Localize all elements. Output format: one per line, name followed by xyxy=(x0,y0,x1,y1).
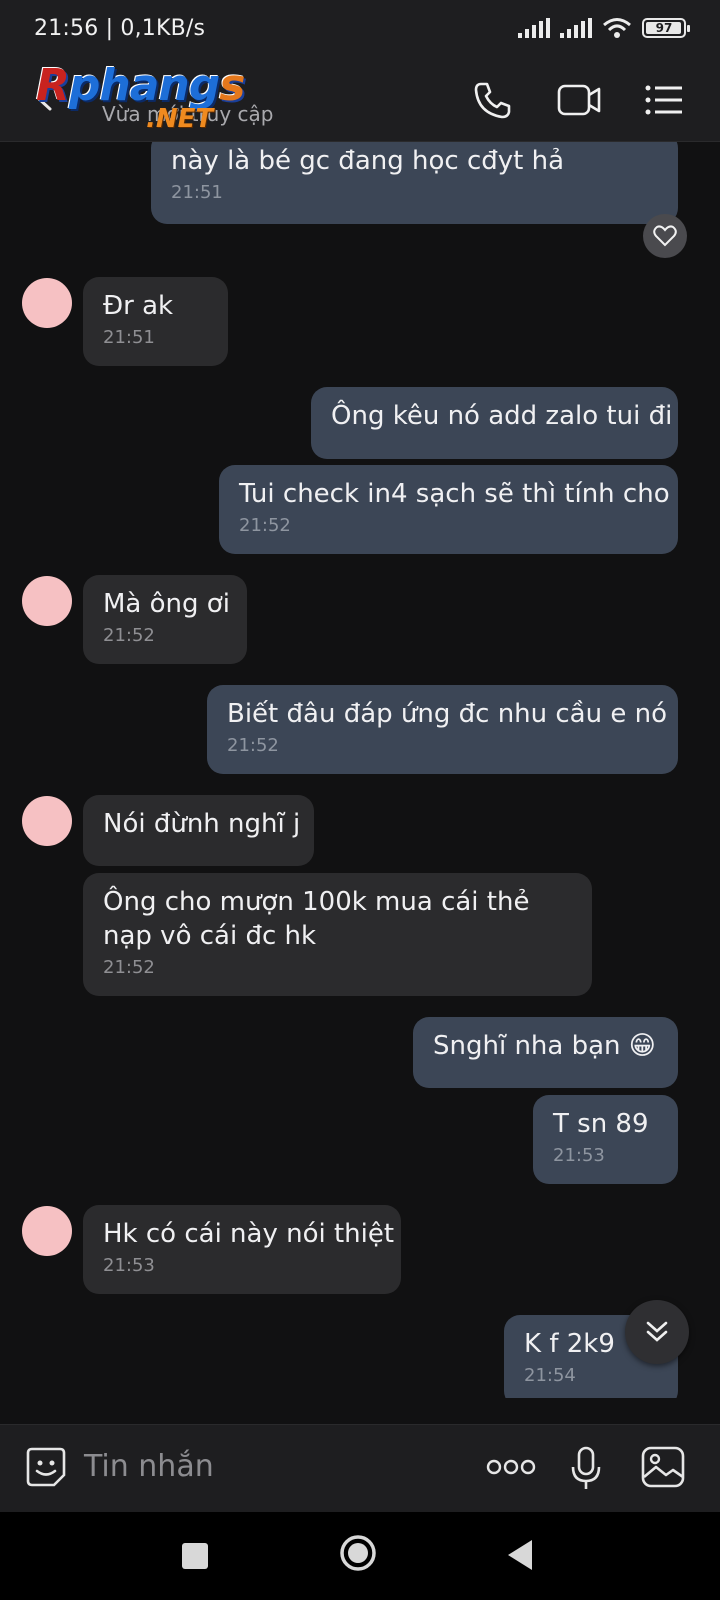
message-input-bar: Tin nhắn xyxy=(0,1424,720,1512)
status-icons: 97 xyxy=(518,17,690,39)
message-bubble-outgoing[interactable]: Snghĩ nha bạn 😁 xyxy=(413,1017,678,1088)
menu-list-icon[interactable] xyxy=(644,80,684,120)
sticker-icon[interactable] xyxy=(24,1445,68,1489)
message-bubble-outgoing[interactable]: T sn 89 21:53 xyxy=(533,1095,678,1184)
message-time: 21:52 xyxy=(227,735,279,756)
message-bubble-incoming[interactable]: Mà ông ơi 21:52 xyxy=(83,575,247,664)
microphone-icon[interactable] xyxy=(570,1445,602,1493)
message-bubble-outgoing[interactable]: Biết đâu đáp ứng đc nhu cầu e nó 21:52 xyxy=(207,685,678,774)
status-time: 21:56 | 0,1KB/s xyxy=(34,15,206,41)
message-text: Biết đâu đáp ứng đc nhu cầu e nó xyxy=(227,699,668,729)
message-text: Hk có cái này nói thiệt xyxy=(103,1219,395,1249)
scroll-to-bottom-button[interactable] xyxy=(625,1300,689,1364)
phone-icon[interactable] xyxy=(472,80,512,120)
message-text: Ông cho mượn 100k mua cái thẻ nạp vô cái… xyxy=(103,887,530,951)
home-icon[interactable] xyxy=(339,1534,377,1572)
message-bubble-incoming[interactable]: Ông cho mượn 100k mua cái thẻ nạp vô cái… xyxy=(83,873,592,996)
message-time: 21:51 xyxy=(103,327,155,348)
message-text: Mà ông ơi xyxy=(103,589,230,619)
message-text: Nói đừnh nghĩ j xyxy=(103,809,301,839)
avatar[interactable] xyxy=(22,576,72,626)
recent-apps-icon[interactable] xyxy=(181,1542,209,1570)
back-nav-icon[interactable] xyxy=(505,1538,535,1572)
message-bubble-outgoing[interactable]: Ông kêu nó add zalo tui đi xyxy=(311,387,678,459)
wifi-icon xyxy=(603,18,631,38)
message-text: Đr ak xyxy=(103,291,174,321)
message-time: 21:53 xyxy=(553,1145,605,1166)
battery-percent: 97 xyxy=(655,21,673,35)
image-icon[interactable] xyxy=(640,1445,686,1489)
heart-reaction-icon[interactable] xyxy=(643,214,687,258)
message-text: T sn 89 xyxy=(553,1109,649,1139)
watermark-logo: Rphangs .NET xyxy=(36,60,256,138)
message-time: 21:52 xyxy=(239,515,291,536)
avatar[interactable] xyxy=(22,1206,72,1256)
message-text: này là bé gc đang học cđyt hả xyxy=(171,146,564,176)
message-bubble-incoming[interactable]: Đr ak 21:51 xyxy=(83,277,228,366)
message-bubble-outgoing[interactable]: này là bé gc đang học cđyt hả 21:51 xyxy=(151,142,678,224)
signal-icon xyxy=(560,18,592,38)
avatar[interactable] xyxy=(22,796,72,846)
message-bubble-incoming[interactable]: Nói đừnh nghĩ j xyxy=(83,795,314,866)
more-dots-icon[interactable] xyxy=(486,1457,536,1477)
message-text: Snghĩ nha bạn 😁 xyxy=(433,1031,656,1061)
message-bubble-incoming[interactable]: Hk có cái này nói thiệt 21:53 xyxy=(83,1205,401,1294)
message-text: Tui check in4 sạch sẽ thì tính cho xyxy=(239,479,670,509)
battery-icon: 97 xyxy=(642,18,690,38)
message-time: 21:52 xyxy=(103,625,155,646)
logo-suffix: .NET xyxy=(146,104,214,134)
video-call-icon[interactable] xyxy=(556,80,602,120)
message-list[interactable]: này là bé gc đang học cđyt hả 21:51 Đr a… xyxy=(0,142,720,1398)
signal-icon xyxy=(518,18,550,38)
message-input[interactable]: Tin nhắn xyxy=(84,1449,214,1484)
logo-text: Rphangs xyxy=(36,60,245,111)
message-time: 21:54 xyxy=(524,1365,576,1386)
message-text: Ông kêu nó add zalo tui đi xyxy=(331,401,673,431)
double-chevron-down-icon xyxy=(646,1321,668,1342)
chat-screen: 21:56 | 0,1KB/s 97 Vừa mới truy cập Rpha… xyxy=(0,0,720,1600)
message-bubble-outgoing[interactable]: Tui check in4 sạch sẽ thì tính cho 21:52 xyxy=(219,465,678,554)
system-navigation-bar xyxy=(0,1512,720,1600)
message-time: 21:51 xyxy=(171,182,223,203)
chat-header: Vừa mới truy cập Rphangs .NET xyxy=(0,56,720,142)
status-bar: 21:56 | 0,1KB/s 97 xyxy=(0,0,720,56)
message-time: 21:52 xyxy=(103,957,155,978)
message-time: 21:53 xyxy=(103,1255,155,1276)
avatar[interactable] xyxy=(22,278,72,328)
